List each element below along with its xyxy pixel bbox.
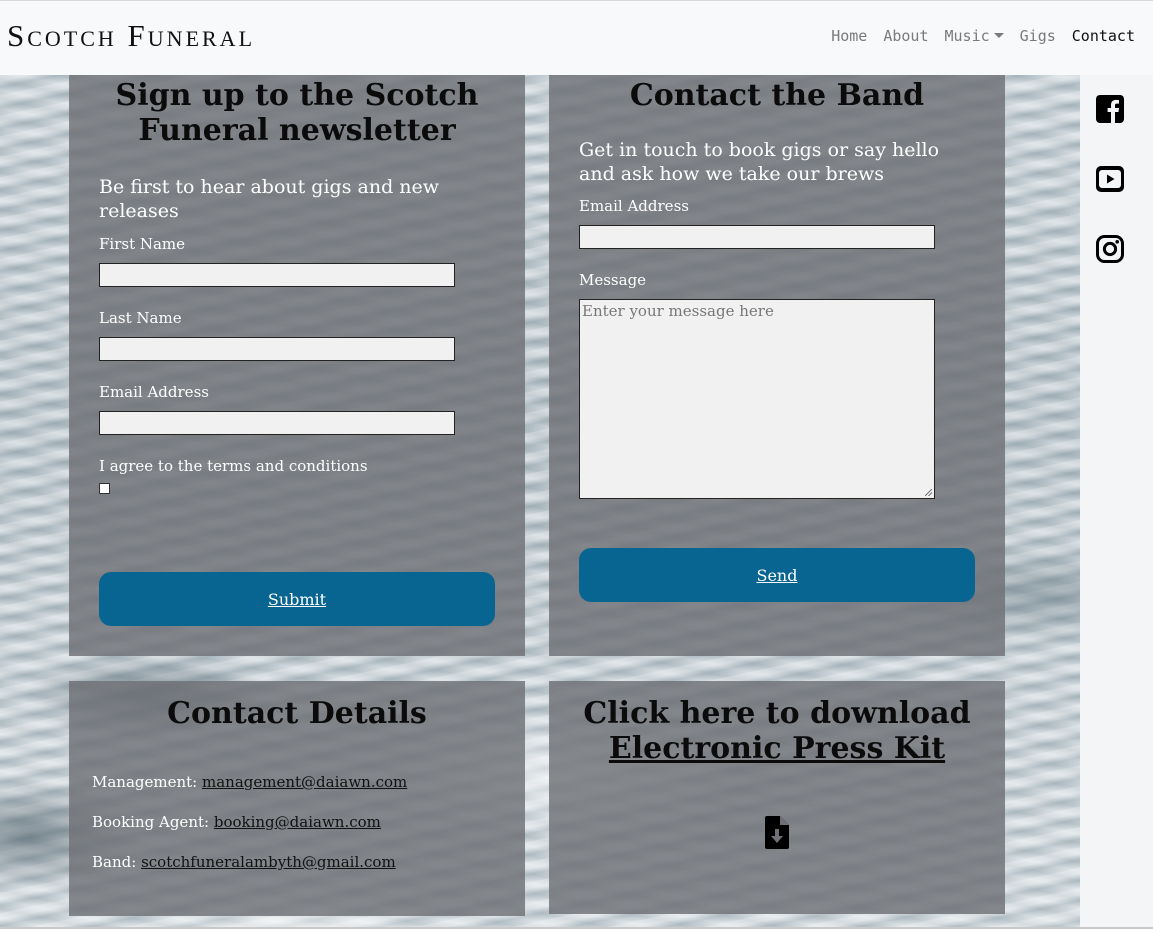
- message-label: Message: [579, 271, 647, 289]
- contact-band-lead-line1: Get in touch to book gigs or say hello: [579, 139, 940, 161]
- contact-band-lead-line2: and ask how we take our brews: [579, 163, 884, 185]
- newsletter-lead-line1: Be first to hear about gigs and new: [99, 176, 440, 198]
- terms-checkbox[interactable]: [99, 483, 110, 494]
- newsletter-panel: Sign up to the Scotch Funeral newsletter…: [69, 75, 525, 656]
- newsletter-email-field[interactable]: [99, 411, 455, 435]
- last-name-label: Last Name: [99, 309, 182, 327]
- newsletter-lead: Be first to hear about gigs and new rele…: [99, 175, 519, 223]
- brand-logo[interactable]: Scotch Funeral: [7, 18, 255, 54]
- booking-row: Booking Agent: booking@daiawn.com: [92, 813, 381, 831]
- social-sidebar: [1080, 75, 1153, 927]
- facebook-icon[interactable]: [1096, 95, 1124, 123]
- nav-music-label: Music: [944, 27, 990, 45]
- press-kit-title: Click here to download Electronic Press …: [549, 696, 1005, 766]
- band-email-link[interactable]: scotchfuneralambyth@gmail.com: [141, 853, 396, 871]
- contact-band-lead: Get in touch to book gigs or say hello a…: [579, 138, 999, 186]
- navbar: Scotch Funeral Home About Music Gigs Con…: [0, 0, 1153, 75]
- nav-contact[interactable]: Contact: [1072, 27, 1135, 45]
- newsletter-title: Sign up to the Scotch Funeral newsletter: [69, 78, 525, 148]
- contact-details-panel: Contact Details Management: management@d…: [69, 681, 525, 916]
- management-label: Management:: [92, 773, 198, 791]
- newsletter-title-line1: Sign up to the Scotch: [115, 78, 479, 113]
- nav-links: Home About Music Gigs Contact: [831, 27, 1135, 45]
- last-name-field[interactable]: [99, 337, 455, 361]
- contact-band-title: Contact the Band: [629, 78, 925, 113]
- resize-grip-icon[interactable]: [925, 489, 932, 496]
- first-name-field[interactable]: [99, 263, 455, 287]
- nav-music-dropdown[interactable]: Music: [945, 27, 1004, 45]
- management-row: Management: management@daiawn.com: [92, 773, 407, 791]
- press-kit-link[interactable]: Electronic Press Kit: [609, 731, 945, 766]
- contact-details-title: Contact Details: [167, 696, 427, 731]
- contact-email-field[interactable]: [579, 225, 935, 249]
- band-row: Band: scotchfuneralambyth@gmail.com: [92, 853, 396, 871]
- newsletter-lead-line2: releases: [99, 200, 179, 222]
- band-label: Band:: [92, 853, 137, 871]
- send-button[interactable]: Send: [579, 548, 975, 602]
- message-placeholder: Enter your message here: [582, 302, 774, 320]
- first-name-label: First Name: [99, 235, 186, 253]
- nav-gigs[interactable]: Gigs: [1020, 27, 1056, 45]
- terms-label: I agree to the terms and conditions: [99, 457, 368, 475]
- booking-email-link[interactable]: booking@daiawn.com: [214, 813, 381, 831]
- file-download-icon[interactable]: [765, 816, 789, 849]
- newsletter-email-label: Email Address: [99, 383, 209, 401]
- booking-label: Booking Agent:: [92, 813, 210, 831]
- contact-email-label: Email Address: [579, 197, 689, 215]
- instagram-icon[interactable]: [1096, 235, 1124, 263]
- newsletter-title-line2: Funeral newsletter: [138, 112, 456, 148]
- submit-button[interactable]: Submit: [99, 572, 495, 626]
- nav-home[interactable]: Home: [831, 27, 867, 45]
- press-kit-title-line1: Click here to download: [583, 696, 971, 731]
- caret-down-icon: [993, 33, 1004, 38]
- youtube-icon[interactable]: [1096, 166, 1124, 192]
- management-email-link[interactable]: management@daiawn.com: [202, 773, 407, 791]
- nav-about[interactable]: About: [883, 27, 928, 45]
- contact-band-panel: Contact the Band Get in touch to book gi…: [549, 75, 1005, 656]
- press-kit-panel: Click here to download Electronic Press …: [549, 681, 1005, 914]
- message-textarea[interactable]: Enter your message here: [579, 299, 935, 499]
